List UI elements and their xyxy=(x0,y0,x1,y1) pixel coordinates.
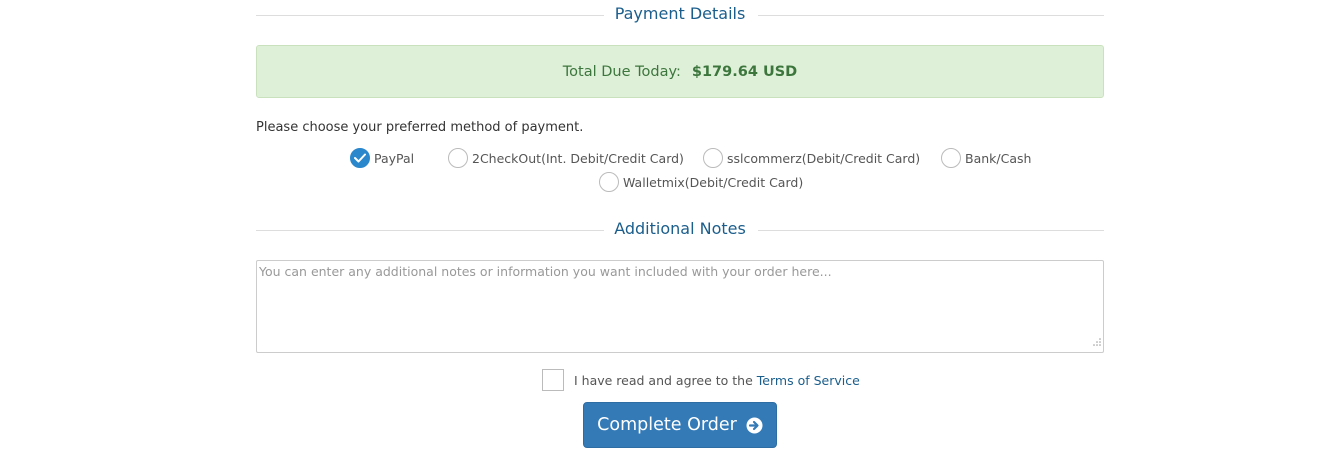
total-due-box: Total Due Today: $179.64 USD xyxy=(256,45,1104,98)
total-due-label: Total Due Today: xyxy=(562,63,681,80)
radio-unchecked-icon[interactable] xyxy=(599,172,619,192)
payment-option-sslcommerz[interactable]: sslcommerz(Debit/Credit Card) xyxy=(703,148,920,168)
checkout-form: Payment Details Total Due Today: $179.64… xyxy=(256,0,1104,458)
payment-option-label: PayPal xyxy=(374,150,415,166)
payment-option-2checkout[interactable]: 2CheckOut(Int. Debit/Credit Card) xyxy=(448,148,684,168)
terms-of-service-link[interactable]: Terms of Service xyxy=(757,373,860,388)
payment-option-label: Walletmix(Debit/Credit Card) xyxy=(623,174,804,190)
radio-checked-icon[interactable] xyxy=(350,148,370,168)
terms-agreement: I have read and agree to the Terms of Se… xyxy=(542,369,860,391)
terms-checkbox[interactable] xyxy=(542,369,564,391)
complete-order-label: Complete Order xyxy=(597,415,737,435)
payment-option-label: Bank/Cash xyxy=(965,150,1032,166)
divider-line-right xyxy=(758,15,1104,16)
notes-placeholder: You can enter any additional notes or in… xyxy=(259,264,832,279)
payment-option-paypal[interactable]: PayPal xyxy=(350,148,414,168)
payment-option-label: sslcommerz(Debit/Credit Card) xyxy=(727,150,921,166)
terms-text: I have read and agree to the xyxy=(574,372,753,388)
payment-option-walletmix[interactable]: Walletmix(Debit/Credit Card) xyxy=(599,172,803,192)
radio-unchecked-icon[interactable] xyxy=(703,148,723,168)
resize-grip-icon[interactable] xyxy=(1093,331,1101,350)
payment-details-divider: Payment Details xyxy=(256,0,1104,32)
payment-method-prompt: Please choose your preferred method of p… xyxy=(256,120,584,135)
payment-details-title: Payment Details xyxy=(614,4,746,23)
complete-order-button[interactable]: Complete Order xyxy=(583,402,777,448)
payment-option-label: 2CheckOut(Int. Debit/Credit Card) xyxy=(472,150,684,166)
additional-notes-title: Additional Notes xyxy=(614,219,746,238)
additional-notes-divider: Additional Notes xyxy=(256,215,1104,247)
additional-notes-textarea[interactable]: You can enter any additional notes or in… xyxy=(256,260,1104,353)
radio-unchecked-icon[interactable] xyxy=(941,148,961,168)
total-due-amount: $179.64 USD xyxy=(691,63,798,80)
divider-line-right xyxy=(758,230,1104,231)
payment-option-bank-cash[interactable]: Bank/Cash xyxy=(941,148,1031,168)
arrow-circle-right-icon xyxy=(746,417,763,434)
radio-unchecked-icon[interactable] xyxy=(448,148,468,168)
